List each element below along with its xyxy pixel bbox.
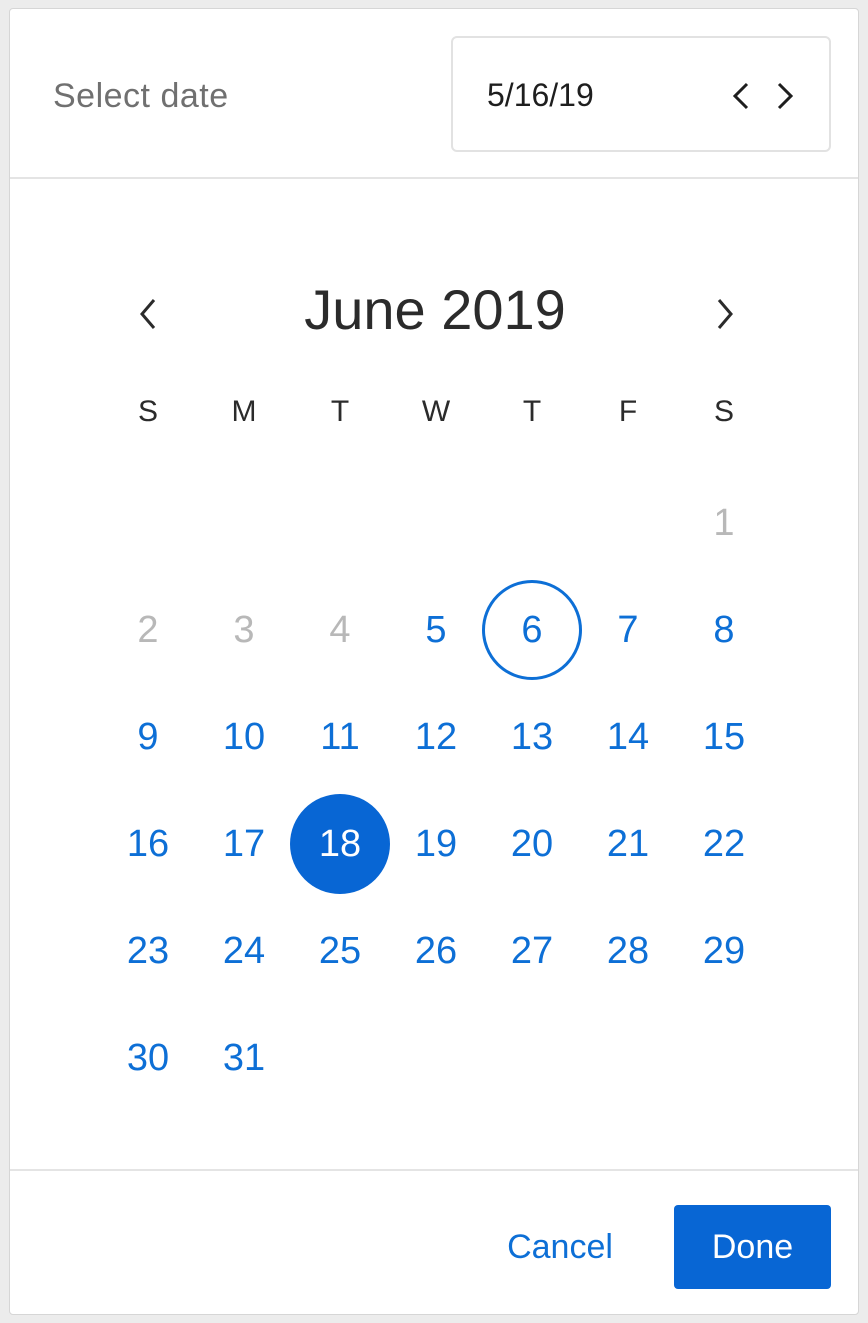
calendar-day-27[interactable]: 27 [482,901,582,1001]
calendar-day-6[interactable]: 6 [482,580,582,680]
dialog-footer: Cancel Done [10,1169,858,1314]
dialog-header: Select date 5/16/19 [10,9,858,179]
weekday-label: T [330,395,350,428]
dialog-title: Select date [53,77,229,115]
calendar-day-16[interactable]: 16 [98,794,198,894]
calendar-day-30[interactable]: 30 [98,1008,198,1108]
weekday-label: F [618,395,638,428]
calendar-day-5[interactable]: 5 [386,580,486,680]
calendar-day-9[interactable]: 9 [98,687,198,787]
calendar-day-10[interactable]: 10 [194,687,294,787]
calendar-day-31[interactable]: 31 [194,1008,294,1108]
calendar-day-8[interactable]: 8 [674,580,774,680]
calendar-day-18[interactable]: 18 [290,794,390,894]
calendar-day-7[interactable]: 7 [578,580,678,680]
weekday-label: S [713,395,734,428]
calendar-day-4: 4 [329,609,351,651]
cancel-button[interactable]: Cancel [480,1205,640,1289]
calendar-day-19[interactable]: 19 [386,794,486,894]
month-title: June 2019 [304,278,566,341]
chevron-left-icon[interactable] [727,80,755,112]
calendar-day-20[interactable]: 20 [482,794,582,894]
date-picker-dialog: Select date 5/16/19 June 2019 SMTWTFS 12… [9,8,859,1315]
calendar-day-15[interactable]: 15 [674,687,774,787]
date-input-field[interactable]: 5/16/19 [451,36,831,152]
calendar-day-26[interactable]: 26 [386,901,486,1001]
done-button[interactable]: Done [674,1205,831,1289]
calendar-day-11[interactable]: 11 [290,687,390,787]
calendar-day-12[interactable]: 12 [386,687,486,787]
weekday-label: T [522,395,542,428]
date-input-value[interactable]: 5/16/19 [487,77,594,114]
calendar-day-24[interactable]: 24 [194,901,294,1001]
calendar-day-17[interactable]: 17 [194,794,294,894]
calendar-day-22[interactable]: 22 [674,794,774,894]
weekday-header-row: SMTWTFS [100,395,772,445]
chevron-right-icon[interactable] [771,80,799,112]
calendar-day-13[interactable]: 13 [482,687,582,787]
weekday-label: M [231,395,257,428]
calendar-day-28[interactable]: 28 [578,901,678,1001]
calendar-day-2: 2 [137,609,159,651]
calendar-day-14[interactable]: 14 [578,687,678,787]
calendar-day-25[interactable]: 25 [290,901,390,1001]
weekday-label: S [137,395,158,428]
calendar-day-23[interactable]: 23 [98,901,198,1001]
next-month-chevron-right-icon[interactable] [707,292,743,336]
previous-month-chevron-left-icon[interactable] [130,292,166,336]
calendar-day-21[interactable]: 21 [578,794,678,894]
calendar-day-29[interactable]: 29 [674,901,774,1001]
weekday-label: W [421,395,451,428]
calendar-day-1: 1 [713,502,735,544]
calendar-day-3: 3 [233,609,255,651]
